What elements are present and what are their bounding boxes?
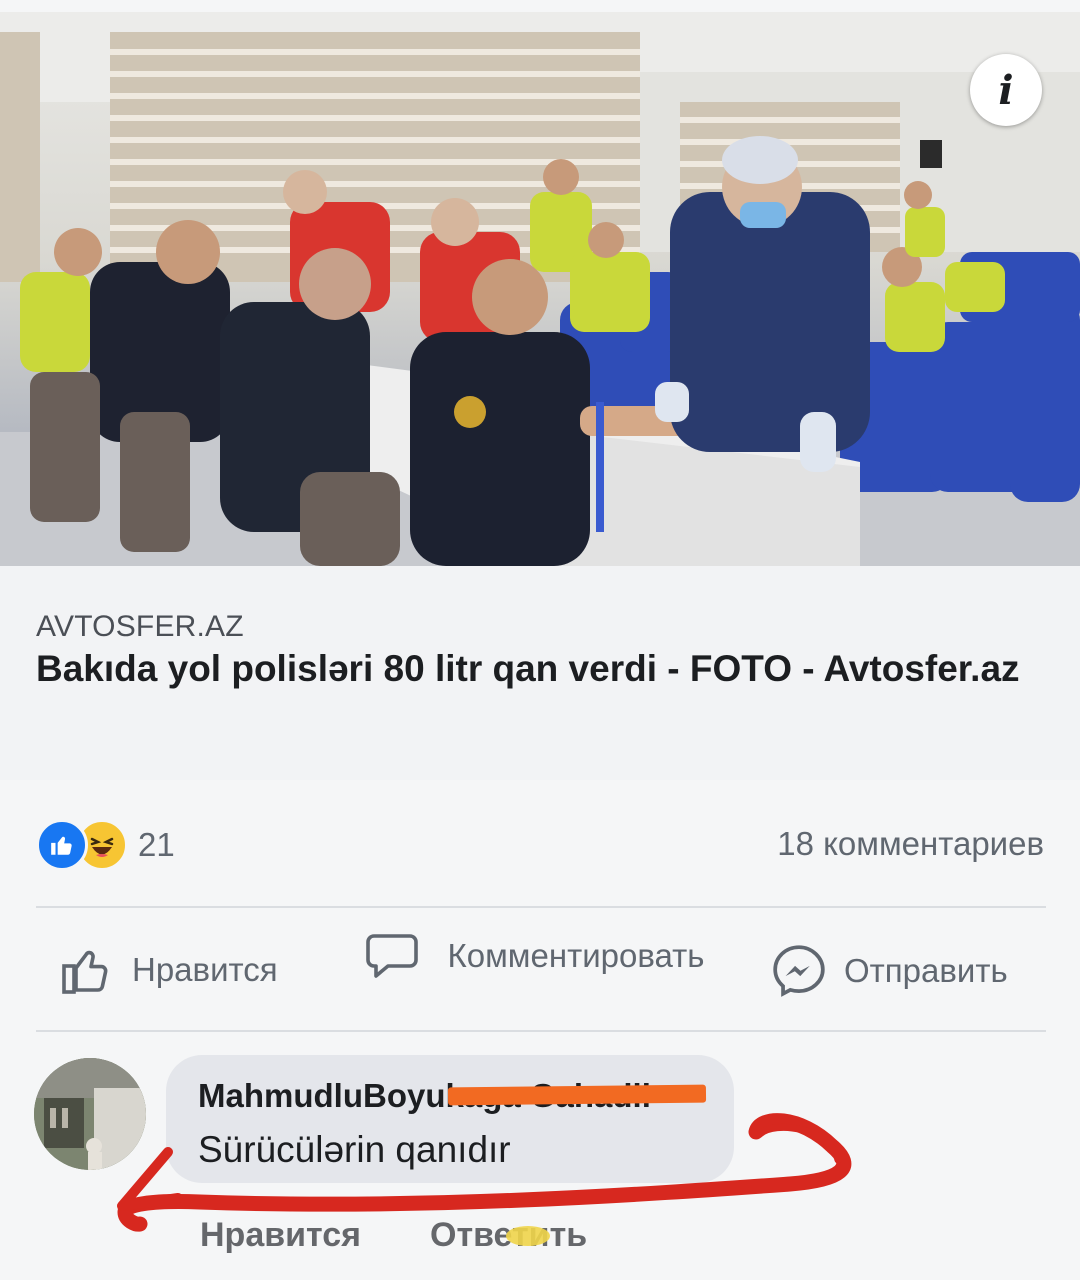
reaction-count: 21 [138,826,175,863]
messenger-icon [773,945,825,997]
info-icon[interactable]: i [970,54,1042,126]
redaction-mark [447,1084,707,1106]
divider [36,1030,1046,1032]
send-button[interactable]: Отправить [770,942,1008,1000]
comment-bubble[interactable]: MahmudluBoyukaga Gahadli Sürücülərin qan… [166,1055,734,1183]
like-button[interactable]: Нравится [60,942,278,998]
like-label: Нравится [132,951,278,988]
comment-label: Комментировать [447,937,705,974]
divider [36,906,1046,908]
comment-button[interactable]: Комментировать [364,928,716,984]
photo-illustration [0,12,1080,566]
facebook-post-screen: i AVTOSFER.AZ Bakıda yol polisləri 80 li… [0,0,1080,1280]
like-icon [36,819,88,871]
avatar-image [34,1058,146,1170]
link-source: AVTOSFER.AZ [36,610,244,643]
comment-text: Sürücülərin qanıdır [198,1129,511,1170]
link-preview[interactable]: AVTOSFER.AZ Bakıda yol polisləri 80 litr… [0,566,1080,780]
comment-reply-link[interactable]: Ответить [430,1216,587,1255]
avatar[interactable] [34,1058,146,1170]
send-label: Отправить [844,952,1008,989]
thumbs-up-icon [62,950,108,994]
reactions-summary[interactable]: 21 [36,815,175,875]
comments-count[interactable]: 18 комментариев [777,825,1044,863]
link-title[interactable]: Bakıda yol polisləri 80 litr qan verdi -… [36,646,1036,692]
comment-like-link[interactable]: Нравится [200,1216,361,1255]
comment-icon [366,934,418,978]
post-photo[interactable]: i [0,12,1080,566]
